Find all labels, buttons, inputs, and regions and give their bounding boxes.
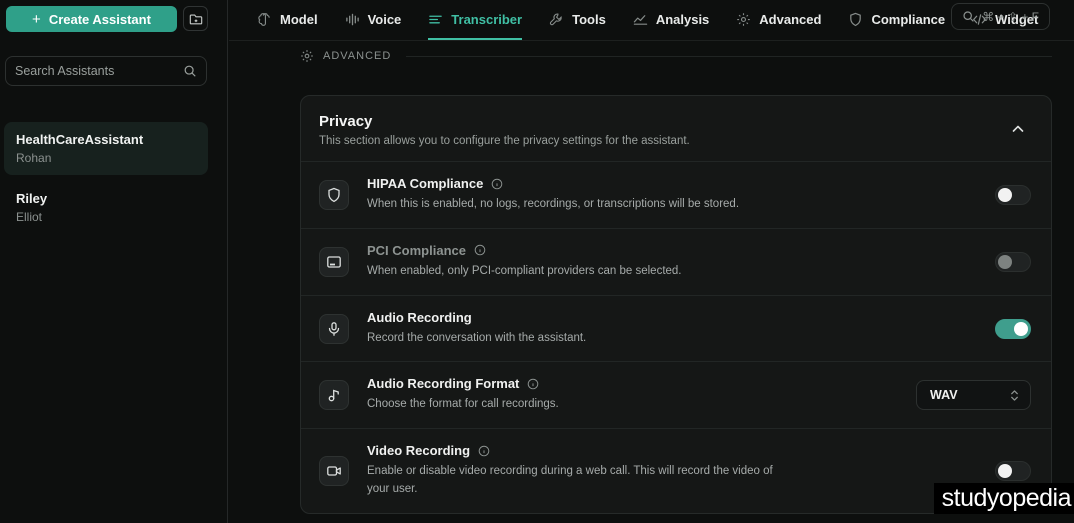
audio-format-value: WAV: [930, 388, 958, 403]
collapse-section-button[interactable]: [1007, 118, 1029, 140]
tab-label: Advanced: [759, 12, 822, 27]
shortcut-keys: ⌘ + ⇧ + F: [982, 9, 1039, 24]
setting-title: Video Recording: [367, 443, 471, 459]
pci-compliance-toggle[interactable]: [995, 251, 1031, 272]
setting-description: When enabled, only PCI-compliant provide…: [367, 264, 682, 277]
create-assistant-button[interactable]: + Create Assistant: [6, 6, 177, 32]
music-note-icon: [319, 380, 349, 411]
microphone-icon: [319, 313, 349, 344]
search-assistants-input[interactable]: [15, 64, 175, 78]
privacy-card-header: Privacy This section allows you to confi…: [301, 96, 1051, 162]
setting-description: Enable or disable video recording during…: [367, 465, 773, 496]
info-icon[interactable]: [478, 445, 490, 457]
setting-text: PCI Compliance When enabled, only PCI-co…: [367, 243, 682, 281]
tab-compliance[interactable]: Compliance: [848, 0, 945, 40]
transcript-lines-icon: [428, 12, 443, 27]
tab-label: Analysis: [655, 12, 710, 27]
gear-icon: [300, 49, 314, 63]
wrench-icon: [549, 12, 564, 27]
setting-text: Video Recording Enable or disable video …: [367, 443, 787, 499]
toggle-knob: [1014, 321, 1028, 336]
assistant-item-riley[interactable]: Riley Elliot: [4, 181, 208, 234]
search-icon: [962, 10, 975, 23]
assistant-item-healthcareassistant[interactable]: HealthCareAssistant Rohan: [4, 122, 208, 175]
toggle-knob: [998, 187, 1012, 202]
assistant-subtitle: Elliot: [16, 210, 43, 224]
setting-title: Audio Recording Format: [367, 376, 520, 392]
tab-model[interactable]: Model: [257, 0, 318, 40]
tab-tools[interactable]: Tools: [549, 0, 606, 40]
tab-label: Tools: [572, 12, 606, 27]
setting-row-audio-recording-format: Audio Recording Format Choose the format…: [301, 361, 1051, 428]
info-icon[interactable]: [527, 378, 539, 390]
tab-label: Voice: [367, 12, 402, 27]
setting-text: HIPAA Compliance When this is enabled, n…: [367, 176, 739, 214]
search-shortcut-button[interactable]: ⌘ + ⇧ + F: [951, 3, 1050, 30]
assistant-tab-bar: Model Voice Transcriber Tools Analysis A…: [229, 0, 1074, 41]
create-folder-button[interactable]: [183, 6, 208, 31]
app-screen: + Create Assistant HealthCareAssistant: [0, 0, 1074, 523]
card-icon: [319, 246, 349, 277]
assistant-list: HealthCareAssistant Rohan Riley Elliot: [4, 122, 208, 234]
waveform-icon: [345, 12, 360, 27]
privacy-subtitle: This section allows you to configure the…: [319, 135, 690, 147]
sidebar: + Create Assistant HealthCareAssistant: [0, 0, 228, 523]
tab-label: Transcriber: [451, 12, 523, 27]
audio-format-select[interactable]: WAV: [916, 380, 1031, 411]
create-assistant-label: Create Assistant: [48, 11, 151, 27]
plus-icon: +: [32, 10, 41, 28]
studyopedia-watermark: studyopedia: [933, 483, 1074, 514]
setting-row-audio-recording: Audio Recording Record the conversation …: [301, 294, 1051, 362]
assistant-name: Riley: [16, 191, 48, 206]
info-icon[interactable]: [491, 178, 503, 190]
setting-description: Choose the format for call recordings.: [367, 398, 559, 411]
chevron-up-icon: [1010, 121, 1026, 137]
privacy-title: Privacy: [319, 113, 373, 130]
shield-icon: [319, 179, 349, 210]
video-camera-icon: [319, 456, 349, 487]
tab-transcriber[interactable]: Transcriber: [428, 0, 523, 40]
toggle-knob: [998, 254, 1012, 269]
divider-line: [406, 55, 1052, 57]
audio-recording-toggle[interactable]: [995, 318, 1031, 339]
setting-title: HIPAA Compliance: [367, 176, 484, 191]
info-icon[interactable]: [474, 244, 486, 256]
chevrons-up-down-icon: [1009, 389, 1020, 402]
search-assistants-box[interactable]: [5, 56, 207, 86]
folder-icon: [189, 12, 203, 26]
tab-label: Compliance: [871, 12, 946, 27]
privacy-card: Privacy This section allows you to confi…: [300, 95, 1052, 514]
trend-chart-icon: [633, 12, 648, 27]
hipaa-compliance-toggle[interactable]: [995, 184, 1031, 205]
assistant-name: HealthCareAssistant: [16, 132, 144, 147]
setting-title: Audio Recording: [367, 309, 472, 325]
tab-voice[interactable]: Voice: [345, 0, 402, 40]
setting-row-pci-compliance: PCI Compliance When enabled, only PCI-co…: [301, 227, 1051, 295]
advanced-section-label: ADVANCED: [323, 50, 392, 62]
search-icon: [183, 64, 197, 78]
setting-text: Audio Recording Record the conversation …: [367, 310, 586, 348]
video-recording-toggle[interactable]: [995, 461, 1031, 482]
tab-analysis[interactable]: Analysis: [633, 0, 709, 40]
setting-text: Audio Recording Format Choose the format…: [367, 376, 559, 414]
shield-icon: [848, 12, 863, 27]
gear-icon: [736, 12, 751, 27]
setting-description: Record the conversation with the assista…: [367, 331, 587, 344]
advanced-section-divider: ADVANCED: [300, 48, 1052, 64]
setting-description: When this is enabled, no logs, recording…: [367, 198, 740, 210]
setting-row-hipaa-compliance: HIPAA Compliance When this is enabled, n…: [301, 162, 1051, 228]
tab-label: Model: [280, 12, 318, 27]
setting-title: PCI Compliance: [367, 242, 466, 258]
toggle-knob: [998, 464, 1012, 479]
assistant-subtitle: Rohan: [16, 151, 52, 165]
tab-advanced[interactable]: Advanced: [736, 0, 821, 40]
brain-icon: [257, 12, 272, 27]
